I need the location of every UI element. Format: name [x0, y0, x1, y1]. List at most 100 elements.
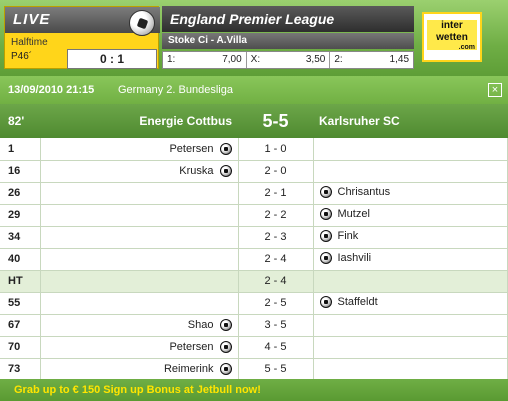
- match-datetime: 13/09/2010 21:15: [8, 84, 95, 96]
- event-row: 26 2 - 1 Chrisantus: [0, 182, 508, 205]
- home-scorer: Shao: [188, 319, 232, 331]
- home-scorer-name: Kruska: [179, 165, 214, 177]
- event-score: 4 - 5: [238, 336, 314, 359]
- brand-logo-text: inter wetten .com: [427, 20, 477, 51]
- score-header: 82' Energie Cottbus 5-5 Karlsruher SC: [0, 104, 508, 138]
- away-scorer-name: Staffeldt: [337, 295, 378, 308]
- goal-ball-icon: [219, 165, 232, 177]
- away-scorer: Staffeldt: [319, 295, 378, 308]
- event-score: 2 - 5: [238, 292, 314, 315]
- event-minute: 67: [0, 314, 41, 337]
- odds-home[interactable]: 1: 7,00: [163, 52, 247, 68]
- match-title: Stoke Ci - A.Villa: [168, 35, 247, 46]
- event-row: 40 2 - 4 Iashvili: [0, 248, 508, 271]
- away-scorer-cell: [313, 160, 508, 183]
- close-button[interactable]: ×: [488, 83, 502, 97]
- event-score: 2 - 2: [238, 204, 314, 227]
- event-score: 2 - 1: [238, 182, 314, 205]
- goal-ball-icon: [219, 142, 232, 155]
- brand-line-1: inter: [441, 20, 463, 31]
- event-score: 2 - 4: [238, 248, 314, 271]
- live-label: LIVE: [13, 11, 51, 28]
- goal-ball-icon: [319, 251, 332, 264]
- event-minute: 26: [0, 182, 41, 205]
- current-minute: 82': [0, 104, 40, 138]
- mini-score: 0 : 1: [67, 49, 157, 69]
- ad-banner[interactable]: LIVE Halftime P46´ 0 : 1 England Premier…: [0, 0, 508, 76]
- away-scorer: Chrisantus: [319, 185, 390, 198]
- halftime-label: Halftime: [11, 37, 48, 48]
- home-scorer: Petersen: [169, 341, 232, 353]
- away-scorer-name: Fink: [337, 229, 359, 242]
- goal-ball-icon: [319, 229, 332, 242]
- goal-ball-icon: [219, 363, 232, 375]
- home-scorer-name: Petersen: [169, 142, 214, 155]
- event-row: 34 2 - 3 Fink: [0, 226, 508, 249]
- close-icon: ×: [491, 84, 499, 96]
- promo-bar[interactable]: Grab up to € 150 Sign up Bonus at Jetbul…: [0, 379, 508, 401]
- goal-ball-icon: [319, 185, 332, 198]
- league-bar: England Premier League: [162, 6, 414, 32]
- odds-away-value: 1,45: [389, 54, 410, 65]
- event-row: 67 Shao 3 - 5: [0, 314, 508, 337]
- odds-away-label: 2:: [334, 54, 343, 65]
- home-scorer-cell: Petersen: [40, 336, 239, 359]
- halftime-row: HT 2 - 4: [0, 270, 508, 293]
- home-scorer-cell: [40, 204, 239, 227]
- current-score: 5-5: [238, 104, 313, 138]
- goal-ball-icon: [219, 319, 232, 331]
- event-minute: 70: [0, 336, 41, 359]
- event-row: 16 Kruska 2 - 0: [0, 160, 508, 183]
- goal-ball-icon: [319, 207, 332, 220]
- event-minute: 1: [0, 138, 41, 161]
- away-scorer-cell: [313, 314, 508, 337]
- events-body: 1 Petersen 1 - 0 16 Kruska 2 - 0 26 2 - 1 Chrisa…: [0, 138, 508, 381]
- event-score: 5 - 5: [238, 358, 314, 381]
- event-score: 2 - 3: [238, 226, 314, 249]
- event-minute: HT: [0, 270, 41, 293]
- away-scorer: Iashvili: [319, 251, 372, 264]
- away-scorer-cell: [313, 358, 508, 381]
- away-scorer-name: Iashvili: [337, 251, 372, 264]
- league-name: Germany 2. Bundesliga: [118, 84, 233, 96]
- home-scorer: Petersen: [169, 142, 232, 155]
- event-minute: 55: [0, 292, 41, 315]
- event-row: 55 2 - 5 Staffeldt: [0, 292, 508, 315]
- home-scorer: Kruska: [179, 165, 232, 177]
- home-scorer-cell: [40, 226, 239, 249]
- match-minute: P46´: [11, 51, 33, 62]
- brand-logo[interactable]: inter wetten .com: [422, 12, 482, 62]
- match-bar: Stoke Ci - A.Villa: [162, 33, 414, 49]
- odds-row[interactable]: 1: 7,00 X: 3,50 2: 1,45: [162, 51, 414, 69]
- away-team: Karlsruher SC: [313, 104, 508, 138]
- event-row: 29 2 - 2 Mutzel: [0, 204, 508, 227]
- promo-link[interactable]: Grab up to € 150 Sign up Bonus at Jetbul…: [14, 384, 261, 396]
- goal-ball-icon: [219, 341, 232, 353]
- away-scorer-cell: [313, 270, 508, 293]
- event-score: 3 - 5: [238, 314, 314, 337]
- odds-home-value: 7,00: [222, 54, 242, 65]
- football-icon: [129, 10, 155, 36]
- event-row: 70 Petersen 4 - 5: [0, 336, 508, 359]
- event-minute: 34: [0, 226, 41, 249]
- home-scorer-cell: Reimerink: [40, 358, 239, 381]
- event-score: 1 - 0: [238, 138, 314, 161]
- event-minute: 40: [0, 248, 41, 271]
- home-scorer-cell: Petersen: [40, 138, 239, 161]
- home-scorer-name: Shao: [187, 319, 214, 331]
- odds-away[interactable]: 2: 1,45: [330, 52, 413, 68]
- event-minute: 29: [0, 204, 41, 227]
- away-scorer-cell: [313, 138, 508, 161]
- away-scorer: Mutzel: [319, 207, 370, 220]
- event-minute: 73: [0, 358, 41, 381]
- date-bar: 13/09/2010 21:15 Germany 2. Bundesliga ×: [0, 76, 508, 104]
- home-scorer-cell: [40, 292, 239, 315]
- event-row: 73 Reimerink 5 - 5: [0, 358, 508, 381]
- away-scorer-cell: Chrisantus: [313, 182, 508, 205]
- match-panel: 13/09/2010 21:15 Germany 2. Bundesliga ×…: [0, 76, 508, 401]
- home-scorer-cell: Shao: [40, 314, 239, 337]
- odds-draw-label: X:: [250, 54, 261, 65]
- odds-draw[interactable]: X: 3,50: [247, 52, 331, 68]
- odds-home-label: 1:: [167, 54, 176, 65]
- home-scorer-cell: [40, 182, 239, 205]
